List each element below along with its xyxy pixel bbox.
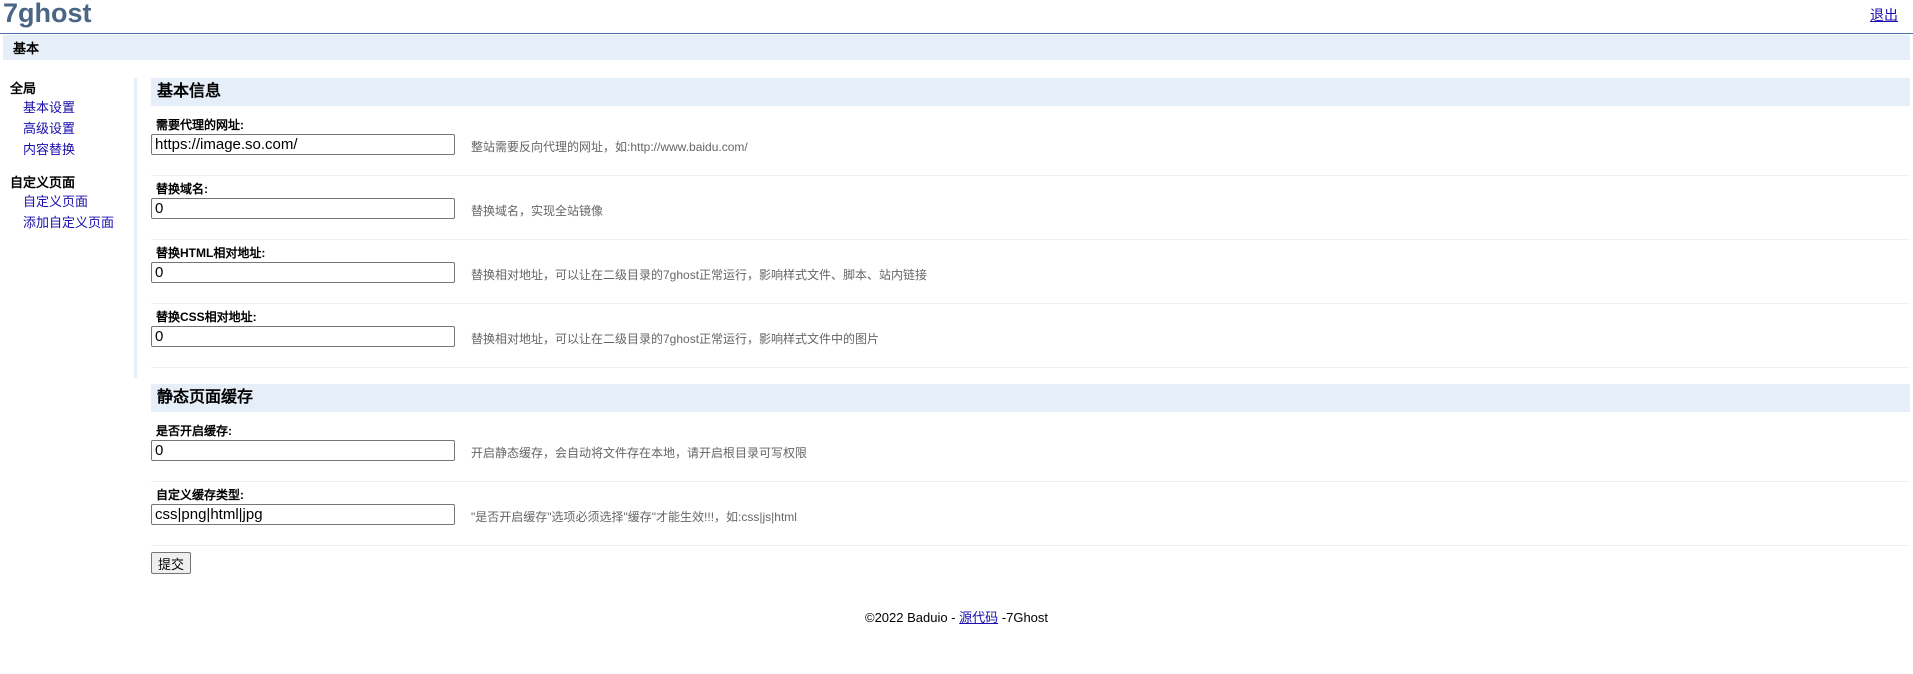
footer-copyright: ©2022 Baduio -: [864, 610, 960, 625]
field-label: 替换HTML相对地址:: [156, 246, 266, 260]
field-label: 替换域名:: [156, 182, 208, 196]
app-header: 7ghost 退出: [0, 0, 1913, 34]
field-replace-domain: 替换域名: 替换域名，实现全站镜像: [151, 176, 1910, 240]
field-label: 自定义缓存类型:: [156, 488, 244, 502]
field-proxy-url: 需要代理的网址: 整站需要反向代理的网址，如:http://www.baidu.…: [151, 112, 1910, 176]
replace-html-relative-input[interactable]: [151, 262, 455, 283]
footer-suffix: -7Ghost: [998, 610, 1049, 625]
footer: ©2022 Baduio - 源代码 -7Ghost: [0, 607, 1913, 626]
sidebar: 全局 基本设置 高级设置 内容替换 自定义页面 自定义页面 添加自定义页面: [10, 78, 130, 236]
replace-css-relative-input[interactable]: [151, 326, 455, 347]
section-title-static-cache: 静态页面缓存: [151, 384, 1910, 412]
settings-form: 基本信息 需要代理的网址: 整站需要反向代理的网址，如:http://www.b…: [151, 78, 1910, 574]
sidebar-divider: [134, 78, 137, 378]
field-replace-css-relative: 替换CSS相对地址: 替换相对地址，可以让在二级目录的7ghost正常运行，影响…: [151, 304, 1910, 368]
field-hint: 开启静态缓存，会自动将文件存在本地，请开启根目录可写权限: [471, 446, 808, 460]
tab-basic[interactable]: 基本: [13, 38, 39, 57]
field-hint: 替换域名，实现全站镜像: [471, 204, 604, 218]
sidebar-item-add-custom-page[interactable]: 添加自定义页面: [10, 210, 130, 236]
replace-domain-input[interactable]: [151, 198, 455, 219]
field-label: 替换CSS相对地址:: [156, 310, 257, 324]
cache-types-input[interactable]: [151, 504, 455, 525]
field-hint: 替换相对地址，可以让在二级目录的7ghost正常运行，影响样式文件中的图片: [471, 332, 880, 346]
source-code-link[interactable]: 源代码: [959, 610, 998, 625]
logout-link[interactable]: 退出: [1870, 5, 1898, 25]
field-label: 需要代理的网址:: [156, 118, 244, 132]
field-enable-cache: 是否开启缓存: 开启静态缓存，会自动将文件存在本地，请开启根目录可写权限: [151, 418, 1910, 482]
tab-bar: 基本: [3, 35, 1910, 60]
field-hint: "是否开启缓存"选项必须选择"缓存"才能生效!!!，如:css|js|html: [471, 510, 797, 524]
submit-button[interactable]: 提交: [151, 552, 192, 574]
field-hint: 替换相对地址，可以让在二级目录的7ghost正常运行，影响样式文件、脚本、站内链…: [471, 268, 928, 282]
field-hint: 整站需要反向代理的网址，如:http://www.baidu.com/: [471, 140, 748, 154]
proxy-url-input[interactable]: [151, 134, 455, 155]
section-title-basic-info: 基本信息: [151, 78, 1910, 106]
field-cache-types: 自定义缓存类型: "是否开启缓存"选项必须选择"缓存"才能生效!!!，如:css…: [151, 482, 1910, 546]
field-label: 是否开启缓存:: [156, 424, 232, 438]
enable-cache-input[interactable]: [151, 440, 455, 461]
field-replace-html-relative: 替换HTML相对地址: 替换相对地址，可以让在二级目录的7ghost正常运行，影…: [151, 240, 1910, 304]
app-logo[interactable]: 7ghost: [3, 0, 92, 29]
sidebar-item-content-replace[interactable]: 内容替换: [10, 137, 130, 163]
